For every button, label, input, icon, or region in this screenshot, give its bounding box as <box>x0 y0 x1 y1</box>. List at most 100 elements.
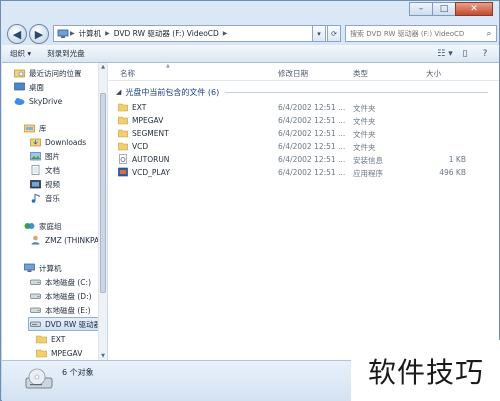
column-header-size[interactable]: 大小 <box>426 68 441 79</box>
table-row[interactable]: AUTORUN 6/4/2002 12:51 ... 安装信息 1 KB <box>116 153 488 166</box>
file-modified: 6/4/2002 12:51 ... <box>278 168 346 177</box>
window-controls: – □ ✕ <box>409 2 493 16</box>
nav-label: 家庭组 <box>39 221 62 231</box>
nav-downloads[interactable]: Downloads <box>30 135 86 149</box>
computer-icon <box>24 263 35 272</box>
search-input[interactable] <box>350 29 482 38</box>
recent-places-icon <box>14 69 25 78</box>
nav-computer[interactable]: 计算机 <box>24 261 62 275</box>
breadcrumb-separator-icon: ▶ <box>222 30 228 37</box>
scroll-thumb[interactable] <box>100 93 106 293</box>
nav-folder-mpegav[interactable]: MPEGAV <box>36 346 82 360</box>
search-box: ⌕ <box>345 25 497 42</box>
skydrive-icon <box>14 98 25 105</box>
nav-desktop[interactable]: 桌面 <box>14 80 44 94</box>
group-header[interactable]: ◢ 光盘中当前包含的文件 (6) <box>116 85 488 99</box>
desktop-icon <box>14 82 25 91</box>
watermark: 软件技巧 <box>351 340 500 401</box>
nav-drive-d[interactable]: 本地磁盘 (D:) <box>30 289 92 303</box>
file-name: SEGMENT <box>132 129 169 138</box>
nav-label: Downloads <box>45 137 87 147</box>
group-divider <box>225 91 488 93</box>
table-row[interactable]: VCD 6/4/2002 12:51 ... 文件夹 <box>116 140 488 153</box>
change-view-icon[interactable]: ☷ ▾ <box>437 47 453 60</box>
scroll-down-icon[interactable]: ▼ <box>99 352 107 360</box>
forward-button[interactable]: ▶ <box>29 24 49 44</box>
computer-icon <box>57 29 69 38</box>
nav-homegroup-user[interactable]: ZMZ (THINKPAD <box>30 233 99 247</box>
nav-label: 计算机 <box>39 263 62 273</box>
table-row[interactable]: VCD_PLAY 6/4/2002 12:51 ... 应用程序 496 KB <box>116 166 488 179</box>
refresh-button[interactable]: ⟳ <box>327 25 341 42</box>
table-row[interactable]: MPEGAV 6/4/2002 12:51 ... 文件夹 <box>116 114 488 127</box>
downloads-icon <box>30 138 41 147</box>
table-row[interactable]: EXT 6/4/2002 12:51 ... 文件夹 <box>116 101 488 114</box>
close-button[interactable]: ✕ <box>455 2 493 16</box>
nav-label: 本地磁盘 (D:) <box>45 291 92 301</box>
pictures-icon <box>30 152 41 161</box>
address-bar[interactable]: ▶ 计算机 ▶ DVD RW 驱动器 (F:) VideoCD ▶ <box>53 25 341 42</box>
nav-pictures[interactable]: 图片 <box>30 149 60 163</box>
file-name: VCD <box>132 142 149 151</box>
nav-label: 文档 <box>45 165 60 175</box>
folder-icon <box>36 349 47 358</box>
nav-music[interactable]: 音乐 <box>30 191 60 205</box>
nav-libraries[interactable]: 库 <box>24 121 47 135</box>
nav-videos[interactable]: 视频 <box>30 177 60 191</box>
scroll-up-icon[interactable]: ▲ <box>99 63 107 71</box>
file-size: 496 KB <box>439 168 466 177</box>
nav-documents[interactable]: 文档 <box>30 163 60 177</box>
nav-folder-ext[interactable]: EXT <box>36 332 65 346</box>
address-history-dropdown[interactable]: ▾ <box>312 25 326 42</box>
breadcrumb-separator-icon: ▶ <box>70 30 75 37</box>
file-name: EXT <box>132 103 147 112</box>
folder-icon <box>36 335 47 344</box>
help-icon[interactable]: ? <box>477 47 493 60</box>
nav-skydrive[interactable]: SkyDrive <box>14 94 62 108</box>
sort-indicator-icon: ▲ <box>166 63 170 69</box>
file-modified: 6/4/2002 12:51 ... <box>278 142 346 151</box>
drive-icon <box>30 293 41 299</box>
table-row[interactable]: SEGMENT 6/4/2002 12:51 ... 文件夹 <box>116 127 488 140</box>
command-bar: 组织 ▾ 刻录到光盘 ☷ ▾ ▯ ? <box>2 45 499 63</box>
group-label: 光盘中当前包含的文件 (6) <box>125 87 220 97</box>
nav-label: 图片 <box>45 151 60 161</box>
burn-to-disc-button[interactable]: 刻录到光盘 <box>39 48 93 59</box>
navigation-pane: 最近访问的位置 桌面 SkyDrive 库 Downloads 图片 文档 视频… <box>2 63 99 360</box>
nav-label: 视频 <box>45 179 60 189</box>
nav-dvd-drive[interactable]: DVD RW 驱动器 <box>28 317 99 331</box>
file-type: 文件夹 <box>353 130 376 139</box>
column-headers: ▲ 名称 修改日期 类型 大小 <box>108 63 499 81</box>
explorer-window: – □ ✕ ◀ ▶ ▶ 计算机 ▶ DVD RW 驱动器 (F:) VideoC… <box>0 0 500 401</box>
file-size: 1 KB <box>448 155 466 164</box>
collapse-chevron-icon[interactable]: ◢ <box>116 88 121 96</box>
breadcrumb-computer[interactable]: 计算机 <box>76 28 105 39</box>
search-icon[interactable]: ⌕ <box>482 29 496 39</box>
maximize-button[interactable]: □ <box>432 2 456 16</box>
column-header-type[interactable]: 类型 <box>353 68 368 79</box>
organize-button[interactable]: 组织 ▾ <box>2 48 39 59</box>
nav-drive-e[interactable]: 本地磁盘 (E:) <box>30 303 91 317</box>
nav-label: DVD RW 驱动器 <box>45 319 99 329</box>
nav-drive-c[interactable]: 本地磁盘 (C:) <box>30 275 91 289</box>
nav-scrollbar[interactable]: ▲ ▼ <box>98 63 107 360</box>
nav-homegroup[interactable]: 家庭组 <box>24 219 62 233</box>
nav-recent-places[interactable]: 最近访问的位置 <box>14 66 82 80</box>
file-type: 文件夹 <box>353 143 376 152</box>
documents-icon <box>31 165 40 175</box>
column-header-modified[interactable]: 修改日期 <box>278 68 308 79</box>
nav-label: ZMZ (THINKPAD <box>45 235 99 245</box>
forward-arrow-icon: ▶ <box>34 27 44 41</box>
breadcrumb-dvd-drive[interactable]: DVD RW 驱动器 (F:) VideoCD <box>111 28 222 39</box>
settings-file-icon <box>119 154 127 164</box>
back-button[interactable]: ◀ <box>7 24 27 44</box>
breadcrumb-separator-icon: ▶ <box>105 30 110 37</box>
preview-pane-icon[interactable]: ▯ <box>457 47 473 60</box>
folder-icon <box>118 142 128 151</box>
music-icon <box>31 193 40 203</box>
column-header-name[interactable]: 名称 <box>120 68 135 79</box>
libraries-icon <box>24 124 35 133</box>
minimize-button[interactable]: – <box>409 2 433 16</box>
nav-label: 本地磁盘 (E:) <box>45 305 91 315</box>
file-name: AUTORUN <box>132 155 170 164</box>
